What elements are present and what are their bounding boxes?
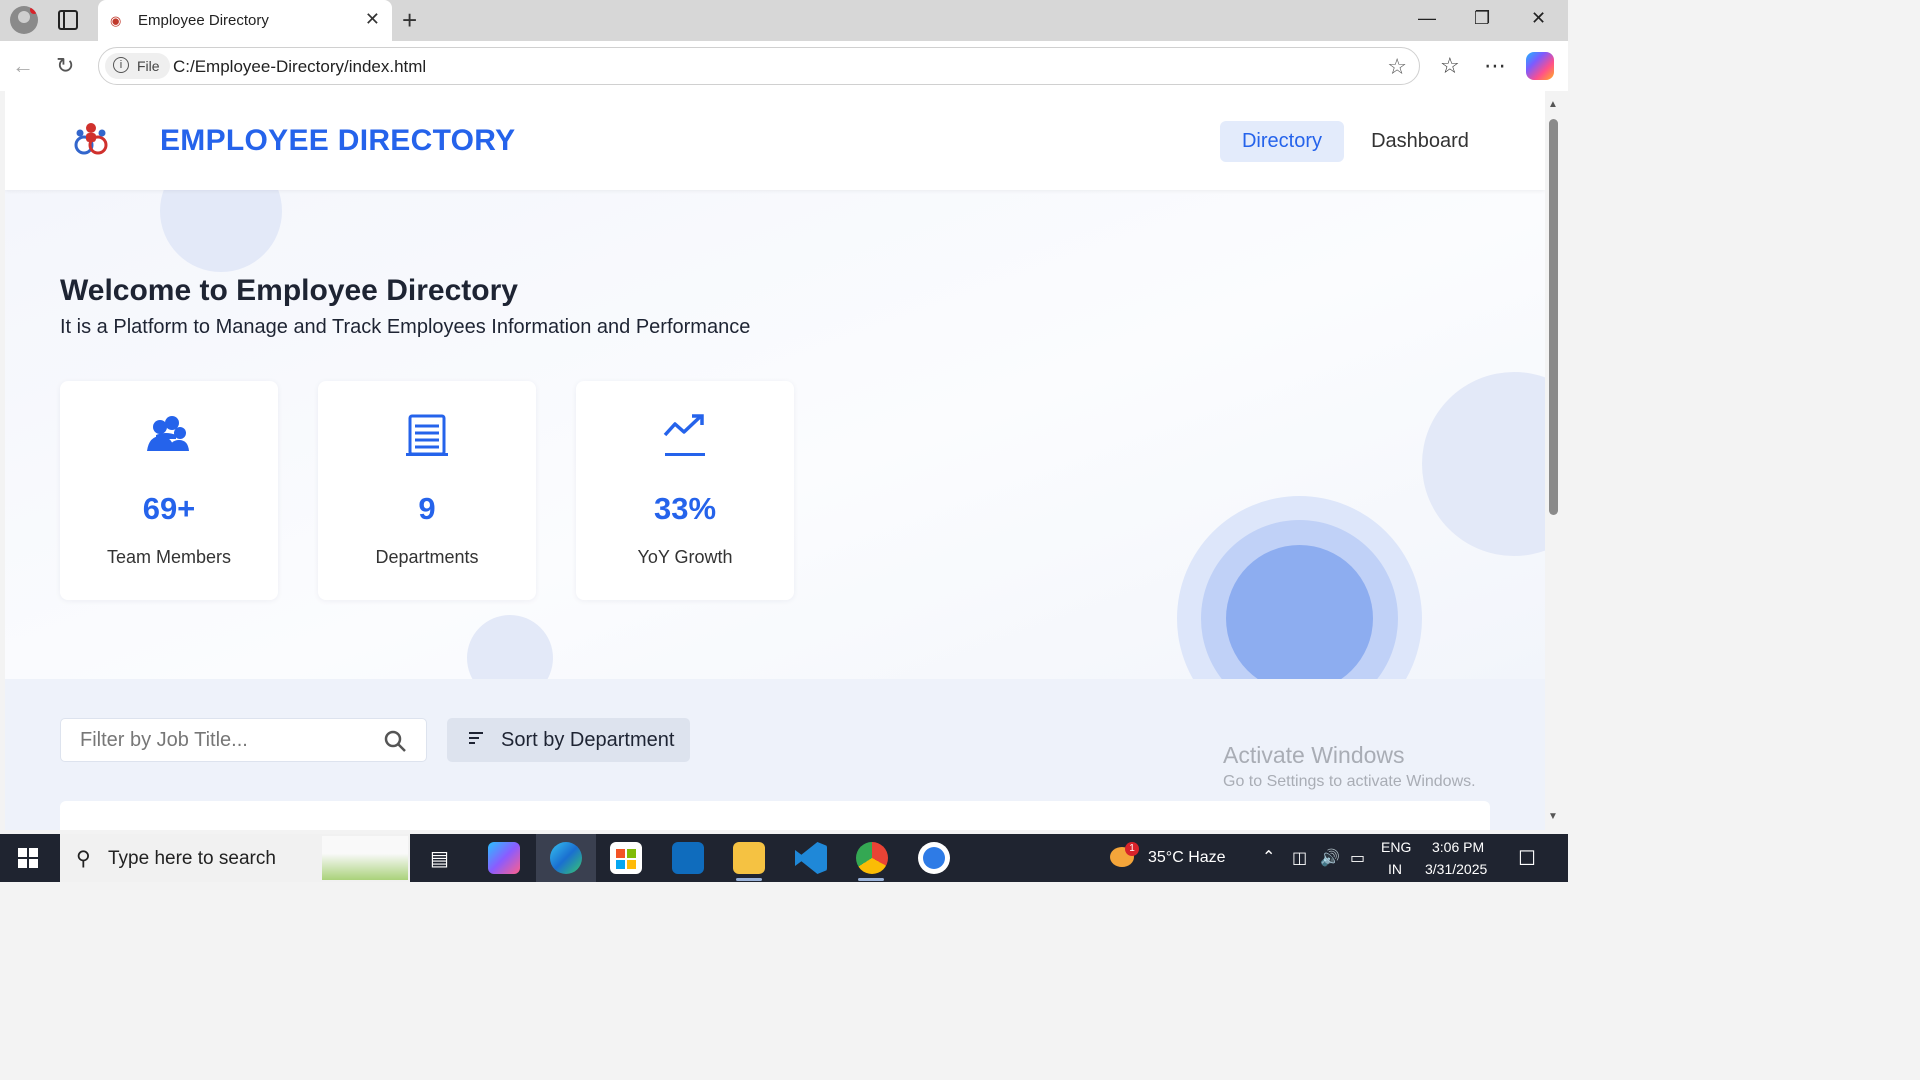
favorite-star-icon[interactable]: ☆ [1387,54,1407,80]
network-icon[interactable]: ◫ [1292,848,1307,868]
stat-label: YoY Growth [637,547,733,567]
language-top[interactable]: ENG [1381,839,1411,855]
vscode-icon[interactable] [795,842,827,874]
search-highlight-image [322,836,408,880]
team-icon [147,416,189,451]
more-menu-icon[interactable]: ⋯ [1484,53,1506,79]
sort-icon [469,732,483,744]
page-viewport: EMPLOYEE DIRECTORY Directory Dashboard W… [5,91,1545,830]
running-indicator [736,878,762,881]
edge-browser-icon[interactable] [550,842,582,874]
clock-date[interactable]: 3/31/2025 [1425,861,1487,877]
sort-by-department-button[interactable]: Sort by Department [447,718,690,762]
weather-text[interactable]: 35°C Haze [1148,849,1226,867]
activate-windows-title: Activate Windows [1223,742,1405,768]
volume-icon[interactable]: 🔊 [1320,848,1340,868]
decorative-bubble [160,190,282,272]
close-window-icon[interactable]: ✕ [1531,8,1546,29]
taskbar-search-placeholder: Type here to search [108,848,276,869]
employee-list-container [60,801,1490,830]
new-tab-icon[interactable]: + [402,5,417,36]
stat-value: 33% [653,491,717,526]
file-explorer-icon[interactable] [733,842,765,874]
stat-card-departments: 9 Departments [318,381,536,600]
tab-favicon-icon: ◉ [110,13,122,28]
decorative-bubble [1226,545,1373,679]
outlook-icon[interactable] [672,842,704,874]
nav-dashboard-link[interactable]: Dashboard [1363,121,1477,162]
taskbar-search-box[interactable]: ⚲ Type here to search [60,834,410,882]
file-label: File [137,58,160,74]
decorative-bubble [467,615,553,679]
stat-value: 69+ [142,491,196,526]
stat-label: Departments [375,547,479,567]
info-icon: i [113,57,129,73]
hero-title: Welcome to Employee Directory [60,274,518,307]
battery-icon[interactable]: ▭ [1350,848,1365,868]
tab-title: Employee Directory [138,12,269,29]
browser-tab[interactable]: ◉ Employee Directory ✕ [98,0,392,41]
search-icon[interactable] [383,729,407,753]
search-icon: ⚲ [76,848,91,870]
url-text[interactable]: C:/Employee-Directory/index.html [173,57,426,77]
clock-time[interactable]: 3:06 PM [1432,839,1484,855]
weather-badge: 1 [1125,842,1139,856]
tab-close-icon[interactable]: ✕ [365,9,380,30]
chevron-up-icon[interactable]: ⌃ [1262,847,1275,867]
site-info-chip[interactable]: i File [105,53,170,79]
app-header: EMPLOYEE DIRECTORY Directory Dashboard [5,91,1545,190]
building-icon [406,414,448,456]
address-bar-row: ← ↻ i File C:/Employee-Directory/index.h… [0,41,1568,91]
chrome-icon[interactable] [856,842,888,874]
job-title-filter-input[interactable] [60,718,427,762]
restore-icon[interactable]: ❐ [1474,8,1490,29]
scroll-down-icon[interactable]: ▼ [1548,811,1558,822]
stat-label: Team Members [106,547,232,567]
windows-taskbar: ⚲ Type here to search ▤ 1 35°C Haze ⌃ ◫ … [0,834,1568,882]
app-logo-icon [74,123,108,155]
notifications-icon[interactable]: ☐ [1518,846,1536,871]
trending-up-icon [663,414,705,456]
nav-directory-link[interactable]: Directory [1220,121,1344,162]
browser-tab-bar: ◉ Employee Directory ✕ + — ❐ ✕ [0,0,1568,41]
back-icon[interactable]: ← [12,53,34,79]
profile-avatar-icon[interactable] [10,6,38,34]
windows-start-icon[interactable] [18,848,38,868]
running-indicator [858,878,884,881]
scrollbar-thumb[interactable] [1549,119,1558,515]
app-store-icon[interactable] [918,842,950,874]
stat-value: 9 [418,491,436,526]
microsoft-store-icon[interactable] [610,842,642,874]
copilot-app-icon[interactable] [488,842,520,874]
tab-actions-icon[interactable] [58,10,78,30]
stat-card-growth: 33% YoY Growth [576,381,794,600]
app-brand-title[interactable]: EMPLOYEE DIRECTORY [160,124,515,158]
refresh-icon[interactable]: ↻ [56,53,74,79]
address-bar[interactable]: i File C:/Employee-Directory/index.html … [98,47,1420,85]
decorative-bubble [1422,372,1545,556]
task-view-icon[interactable]: ▤ [430,846,449,871]
hero-subtitle: It is a Platform to Manage and Track Emp… [60,316,751,338]
minimize-icon[interactable]: — [1418,8,1436,29]
page-scrollbar[interactable]: ▲ ▼ [1545,91,1563,830]
language-bottom[interactable]: IN [1388,861,1402,877]
copilot-icon[interactable] [1526,52,1554,80]
favorites-icon[interactable]: ☆ [1440,53,1460,79]
activate-windows-subtitle: Go to Settings to activate Windows. [1223,773,1476,790]
sort-button-label: Sort by Department [501,729,675,751]
hero-section: Welcome to Employee Directory It is a Pl… [5,190,1545,679]
scroll-up-icon[interactable]: ▲ [1548,99,1558,110]
stat-card-team: 69+ Team Members [60,381,278,600]
